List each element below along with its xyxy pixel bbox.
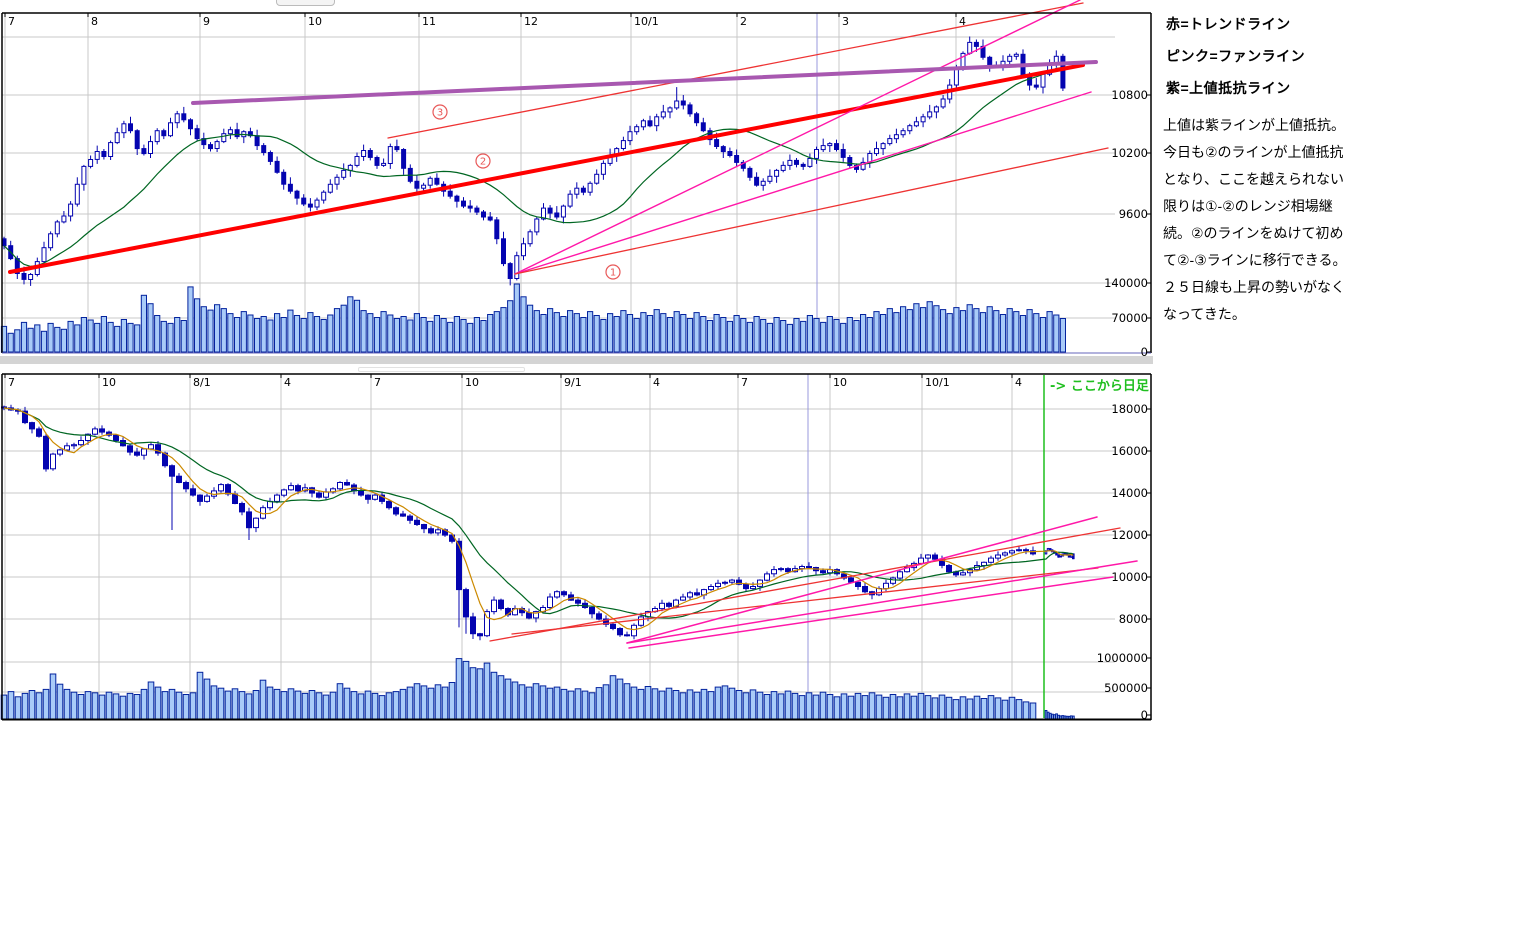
svg-text:1000000: 1000000 — [1097, 651, 1148, 665]
comment-line: となり、ここを越えられない — [1163, 166, 1359, 193]
svg-text:1: 1 — [610, 268, 616, 279]
daily-candlestick-chart[interactable]: 78910111210/1234108001020096001400007000… — [1, 0, 1151, 359]
svg-text:4: 4 — [653, 376, 660, 389]
weekly-candlestick-chart[interactable]: 7 10 8/1 4 7 10 9/1 4 7 10 10/1 4 18000 16000 14000 120… — [1, 374, 1151, 722]
comment-line: 限りは①-②のレンジ相場継 — [1163, 193, 1359, 220]
svg-text:10000: 10000 — [1111, 570, 1148, 584]
legend-purple-resistance: 紫=上値抵抗ライン — [1166, 78, 1380, 98]
svg-text:8000: 8000 — [1119, 612, 1148, 626]
comment-line: 続。②のラインをぬけて初め — [1163, 220, 1359, 247]
comment-line: ２５日線も上昇の勢いがなく — [1163, 274, 1359, 301]
svg-text:7: 7 — [8, 15, 15, 28]
comment-line: 上値は紫ラインが上値抵抗。 — [1163, 112, 1359, 139]
svg-text:70000: 70000 — [1111, 311, 1148, 325]
svg-text:10200: 10200 — [1111, 146, 1148, 160]
svg-text:2: 2 — [480, 157, 486, 168]
svg-text:-> ここから日足: -> ここから日足 — [1050, 379, 1150, 394]
svg-text:8/1: 8/1 — [193, 376, 211, 389]
legend-pink-fanline: ピンク=ファンライン — [1166, 46, 1380, 66]
comment-line: 今日も②のラインが上値抵抗 — [1163, 139, 1359, 166]
svg-text:11: 11 — [422, 15, 436, 28]
scrollbar-thumb[interactable] — [358, 367, 525, 372]
svg-text:9: 9 — [203, 15, 210, 28]
svg-text:9/1: 9/1 — [564, 376, 582, 389]
legend-red-trendline: 赤=トレンドライン — [1166, 14, 1380, 34]
svg-text:2: 2 — [740, 15, 747, 28]
svg-text:3: 3 — [437, 108, 443, 119]
svg-text:14000: 14000 — [1111, 486, 1148, 500]
svg-text:500000: 500000 — [1104, 681, 1148, 695]
svg-text:7: 7 — [374, 376, 381, 389]
annotation-panel: 赤=トレンドライン ピンク=ファンライン 紫=上値抵抗ライン 上値は紫ラインが上… — [1160, 14, 1380, 328]
svg-text:10: 10 — [833, 376, 847, 389]
charting-app-window: 78910111210/1234108001020096001400007000… — [0, 0, 1536, 944]
svg-text:18000: 18000 — [1111, 402, 1148, 416]
svg-text:140000: 140000 — [1104, 276, 1148, 290]
charts-canvas: 78910111210/1234108001020096001400007000… — [0, 0, 1160, 740]
analyst-comment: 上値は紫ラインが上値抵抗。 今日も②のラインが上値抵抗 となり、ここを越えられな… — [1163, 112, 1359, 328]
svg-text:4: 4 — [959, 15, 966, 28]
svg-text:4: 4 — [284, 376, 291, 389]
svg-text:12: 12 — [524, 15, 538, 28]
comment-line: なってきた。 — [1163, 301, 1359, 328]
chart-divider-scrollbar[interactable] — [0, 356, 1153, 364]
svg-text:10/1: 10/1 — [925, 376, 950, 389]
svg-text:10/1: 10/1 — [634, 15, 659, 28]
svg-text:8: 8 — [91, 15, 98, 28]
svg-text:10: 10 — [465, 376, 479, 389]
svg-text:7: 7 — [741, 376, 748, 389]
svg-text:0: 0 — [1141, 708, 1148, 722]
comment-line: て②-③ラインに移行できる。 — [1163, 247, 1359, 274]
svg-text:4: 4 — [1015, 376, 1022, 389]
svg-text:12000: 12000 — [1111, 528, 1148, 542]
svg-text:7: 7 — [8, 376, 15, 389]
svg-text:16000: 16000 — [1111, 444, 1148, 458]
svg-text:10: 10 — [308, 15, 322, 28]
svg-text:10800: 10800 — [1111, 88, 1148, 102]
svg-text:3: 3 — [842, 15, 849, 28]
svg-text:10: 10 — [102, 376, 116, 389]
svg-text:9600: 9600 — [1119, 207, 1148, 221]
